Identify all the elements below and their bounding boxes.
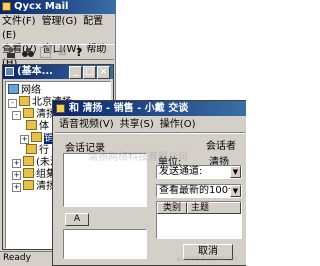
menu-file[interactable]: 文件(F) <box>2 16 36 27</box>
help-icon[interactable]: ? <box>76 47 88 58</box>
folder-icon <box>26 144 37 154</box>
menu-share[interactable]: 共享(S) <box>120 119 154 130</box>
chevron-down-icon[interactable]: ▼ <box>230 166 241 178</box>
tree-item-xing[interactable]: 行 <box>26 144 49 156</box>
expand-icon[interactable]: + <box>20 135 29 144</box>
column-header-subject[interactable]: 主题 <box>187 202 241 214</box>
menu-voice-video[interactable]: 语音视频(V) <box>59 119 114 130</box>
folder-icon <box>26 120 37 130</box>
menu-operation[interactable]: 操作(O) <box>160 119 196 130</box>
chat-window-icon <box>56 104 65 113</box>
chat-menu-bar: 语音视频(V) 共享(S) 操作(O) <box>59 118 245 131</box>
add-icon[interactable]: ⊞ <box>58 47 70 58</box>
view-recent-select[interactable]: 查看最新的100个任务 ▼ <box>156 184 242 198</box>
folder-icon <box>23 156 34 166</box>
expand-icon[interactable]: - <box>8 99 17 108</box>
folder-icon <box>23 168 34 178</box>
conversation-label: 会话者 <box>206 141 236 152</box>
chat-body-divider <box>55 132 245 134</box>
folder-icon <box>31 132 42 142</box>
tree-item-qingyang[interactable]: - 清扬 <box>12 108 56 120</box>
tree-item-sales[interactable]: + 销 <box>20 132 54 144</box>
task-table: 类别 主题 <box>156 201 242 239</box>
folder-icon <box>19 96 30 106</box>
chevron-down-icon[interactable]: ▼ <box>230 185 241 197</box>
send-channel-select[interactable]: 发送通道: ▼ <box>156 165 242 179</box>
expand-icon[interactable]: + <box>12 183 21 192</box>
blank-icon[interactable] <box>40 47 51 58</box>
close-button[interactable]: × <box>97 66 110 79</box>
base-title-bar: (基本... _ □ × <box>3 65 113 79</box>
watermark-text: 清扬网络科技有限公司 <box>88 152 188 163</box>
status-text: Ready <box>3 253 31 263</box>
network-icon <box>8 84 19 94</box>
maximize-button[interactable]: □ <box>83 66 96 79</box>
column-header-category[interactable]: 类别 <box>157 202 187 214</box>
chat-title-bar: 和 清扬 - 销售 - 小戴 交谈 <box>53 101 246 116</box>
main-menu-bar: 文件(F)管理(G)配置(E) 查看(V)窗口(W)帮助(H) <box>2 15 114 69</box>
main-window-title: Qycx Mail <box>14 1 69 12</box>
minimize-button[interactable]: _ <box>69 66 82 79</box>
font-button[interactable]: A <box>65 213 89 226</box>
binoculars-icon[interactable] <box>22 47 34 58</box>
person-icon[interactable] <box>6 47 16 58</box>
view-recent-label: 查看最新的100个任务 <box>159 185 231 196</box>
app-icon <box>2 2 11 11</box>
tree-item-ti[interactable]: 体 <box>26 120 49 132</box>
expand-icon[interactable]: - <box>12 111 21 120</box>
base-window-title: (基本... <box>17 66 53 77</box>
send-channel-label: 发送通道: <box>159 166 203 177</box>
main-title-bar: Qycx Mail <box>0 0 116 14</box>
expand-icon[interactable]: + <box>12 171 21 180</box>
chat-window: 和 清扬 - 销售 - 小戴 交谈 语音视频(V) 共享(S) 操作(O) 会话记录… <box>52 100 246 266</box>
chat-window-title: 和 清扬 - 销售 - 小戴 交谈 <box>69 103 189 114</box>
main-toolbar: ⊞ ? <box>2 44 114 60</box>
tree-item-network[interactable]: 网络 <box>8 84 41 96</box>
folder-icon <box>23 180 34 190</box>
base-window-icon <box>5 67 14 76</box>
watermark-corner: alibaba.com.cn <box>176 254 237 263</box>
expand-icon[interactable]: + <box>12 159 21 168</box>
menu-manage[interactable]: 管理(G) <box>42 16 78 27</box>
folder-icon <box>23 108 34 118</box>
message-input[interactable] <box>63 229 147 259</box>
